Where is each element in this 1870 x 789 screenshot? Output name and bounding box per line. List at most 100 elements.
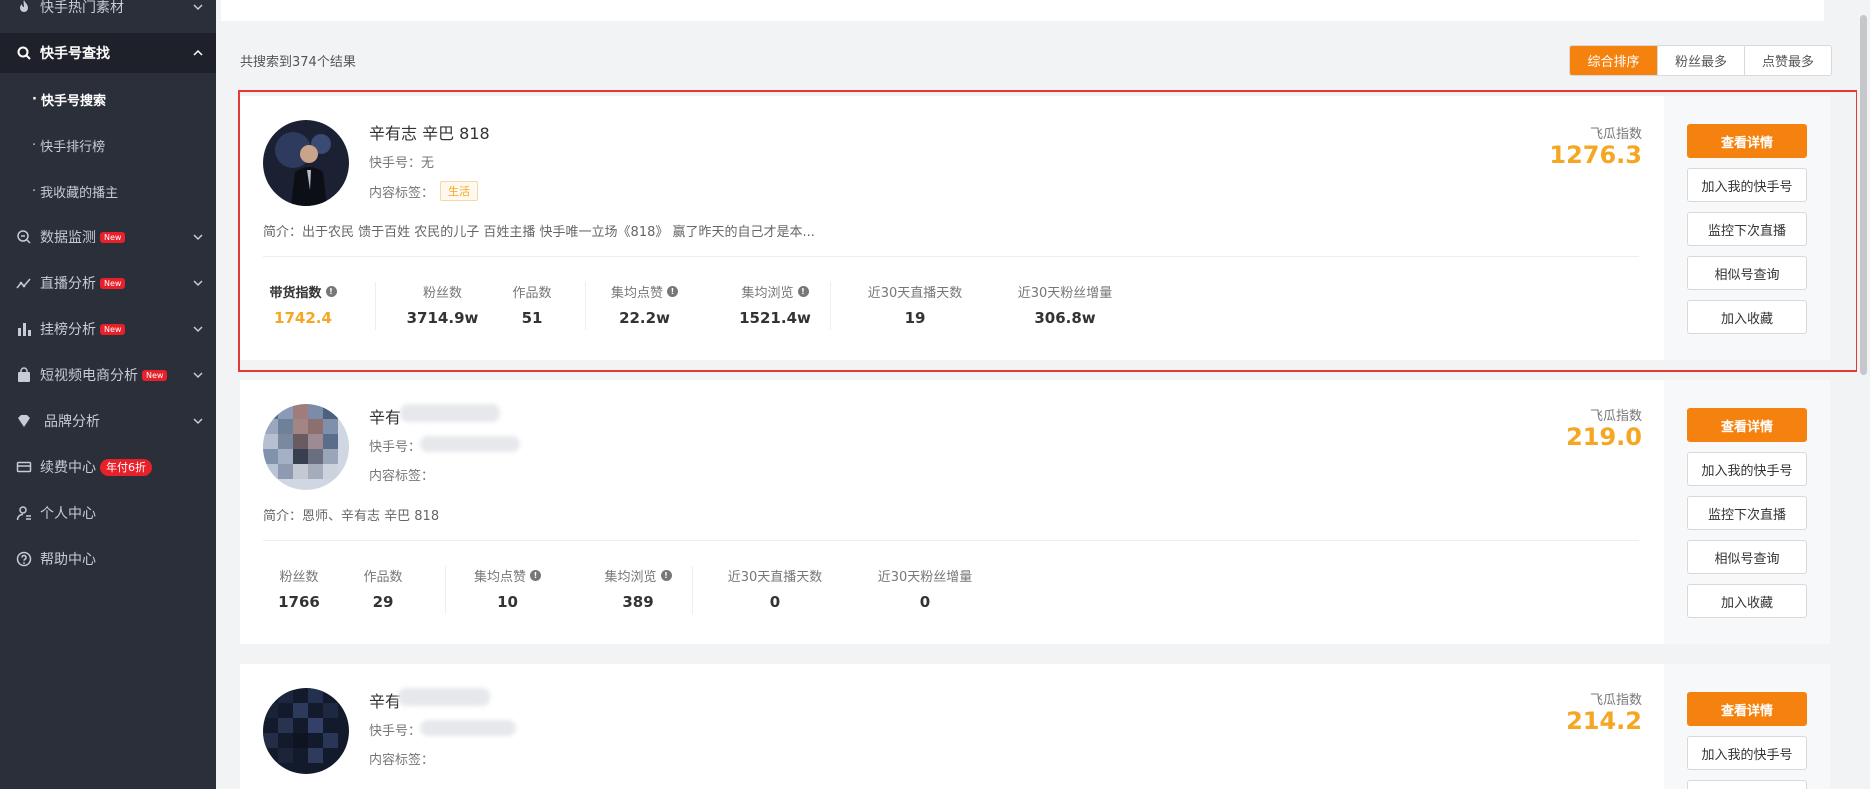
metric-fans-growth: 近30天粉丝增量 306.8w [1017, 286, 1113, 327]
score-label: 飞瓜指数 [1589, 693, 1642, 708]
bio: 简介：恩师、辛有志 辛巴 818 [263, 509, 440, 524]
metric-fans: 粉丝数 1766 [278, 570, 320, 611]
metric-avg-likes: 集均点赞! 10 [465, 566, 550, 611]
sidebar-item-label: 快手热门素材 [40, 0, 124, 16]
content-tags: 内容标签： 生活 [369, 181, 479, 201]
similar-accounts-button[interactable]: 相似号查询 [1687, 540, 1807, 574]
score-value: 1276.3 [1549, 141, 1642, 169]
sidebar-item-personal-center[interactable]: 个人中心 [0, 493, 216, 533]
sidebar-item-help-center[interactable]: 帮助中心 [0, 539, 216, 579]
sidebar-item-label: 帮助中心 [40, 552, 96, 568]
sort-most-fans-button[interactable]: 粉丝最多 [1657, 46, 1744, 75]
redaction [420, 436, 520, 452]
add-to-favorites-button[interactable]: 加入收藏 [1687, 584, 1807, 618]
sidebar-item-label: 挂榜分析 [40, 322, 96, 338]
sidebar-subitem-favorites[interactable]: · 我收藏的播主 [0, 170, 216, 212]
metric-live-days: 近30天直播天数 0 [727, 570, 823, 611]
sidebar-item-ecommerce-analysis[interactable]: 短视频电商分析 New [0, 355, 216, 395]
sidebar-item-live-analysis[interactable]: 直播分析 New [0, 263, 216, 303]
add-to-my-accounts-button[interactable]: 加入我的快手号 [1687, 736, 1807, 770]
sidebar-subitem-label: 快手号搜索 [40, 93, 106, 109]
add-to-my-accounts-button[interactable]: 加入我的快手号 [1687, 168, 1807, 202]
add-to-favorites-button[interactable]: 加入收藏 [1687, 300, 1807, 334]
account-name[interactable]: 辛有 [369, 404, 401, 428]
metric-avg-likes: 集均点赞! 22.2w [602, 282, 687, 327]
redaction [400, 404, 500, 422]
view-details-button[interactable]: 查看详情 [1687, 692, 1807, 726]
search-icon [16, 45, 32, 61]
divider [263, 256, 1639, 257]
chevron-down-icon [190, 367, 206, 383]
chevron-down-icon [190, 321, 206, 337]
account-name[interactable]: 辛有 [369, 688, 401, 712]
tag-chip[interactable]: 生活 [440, 181, 479, 201]
sidebar-item-label: 续费中心 [40, 460, 96, 476]
scrollbar-thumb[interactable] [1860, 15, 1867, 375]
result-card: 辛有 快手号： 内容标签： 简介：恩师、辛有志 辛巴 818 飞瓜指数 219.… [240, 380, 1830, 644]
metric-sales-index: 带货指数! 1742.4 [263, 282, 343, 327]
sidebar: 快手热门素材 快手号查找 · 快手号搜索 · 快手排行榜 · 我收藏的播主 数据监测 … [0, 0, 216, 789]
score-label: 飞瓜指数 [1589, 409, 1642, 424]
sidebar-item-renewal-center[interactable]: 续费中心 年付6折 [0, 447, 216, 487]
info-icon[interactable]: ! [797, 286, 809, 297]
monitor-next-live-button[interactable]: 监控下次直播 [1687, 212, 1807, 246]
sidebar-item-ranking-analysis[interactable]: 挂榜分析 New [0, 309, 216, 349]
account-id: 快手号：无 [369, 156, 435, 171]
avatar[interactable] [263, 404, 349, 490]
sidebar-item-kuaishou-lookup[interactable]: 快手号查找 [0, 33, 216, 73]
new-badge: New [100, 323, 126, 335]
bio: 简介：出于农民 馈于百姓 农民的儿子 百姓主播 快手唯一立场《818》 赢了昨天… [263, 225, 815, 240]
avatar[interactable] [263, 688, 349, 774]
monitor-next-live-button[interactable]: 监控下次直播 [1687, 496, 1807, 530]
sidebar-item-label: 短视频电商分析 [40, 368, 138, 384]
top-panel [221, 0, 1824, 21]
account-name[interactable]: 辛有志 辛巴 818 [369, 120, 490, 144]
info-icon[interactable]: ! [530, 570, 541, 581]
score-label: 飞瓜指数 [1589, 127, 1642, 142]
divider [263, 540, 1639, 541]
sidebar-subitem-account-search[interactable]: · 快手号搜索 [0, 78, 216, 120]
sort-group: 综合排序 粉丝最多 点赞最多 [1569, 45, 1832, 76]
similar-accounts-button[interactable]: 相似号查询 [1687, 256, 1807, 290]
metric-live-days: 近30天直播天数 19 [867, 286, 963, 327]
promo-badge: 年付6折 [100, 458, 152, 476]
card-icon [16, 459, 32, 475]
sidebar-item-label: 数据监测 [40, 230, 96, 246]
bar-chart-icon [16, 321, 32, 337]
view-details-button[interactable]: 查看详情 [1687, 408, 1807, 442]
user-icon [16, 505, 32, 521]
new-badge: New [100, 277, 126, 289]
new-badge: New [100, 231, 126, 243]
metric-works: 作品数 51 [512, 286, 552, 327]
sort-most-likes-button[interactable]: 点赞最多 [1744, 46, 1831, 75]
sidebar-item-label: 快手号查找 [40, 46, 110, 62]
monitor-icon [16, 229, 32, 245]
sidebar-item-data-monitor[interactable]: 数据监测 New [0, 217, 216, 257]
result-count: 共搜索到374个结果 [240, 55, 356, 70]
sidebar-item-brand-analysis[interactable]: 品牌分析 [0, 401, 216, 441]
info-icon[interactable]: ! [325, 286, 337, 297]
sidebar-subitem-ranking[interactable]: · 快手排行榜 [0, 124, 216, 166]
monitor-next-live-button[interactable] [1687, 780, 1807, 789]
result-card: 辛有志 辛巴 818 快手号：无 内容标签： 生活 简介：出于农民 馈于百姓 农民… [240, 96, 1830, 360]
account-id: 快手号： [369, 440, 422, 455]
view-details-button[interactable]: 查看详情 [1687, 124, 1807, 158]
fire-icon [16, 0, 32, 15]
add-to-my-accounts-button[interactable]: 加入我的快手号 [1687, 452, 1807, 486]
content-tags: 内容标签： [369, 753, 435, 768]
score-value: 219.0 [1566, 423, 1642, 451]
redaction [420, 720, 516, 736]
score-value: 214.2 [1566, 707, 1642, 735]
sort-comprehensive-button[interactable]: 综合排序 [1570, 46, 1657, 75]
info-icon[interactable]: ! [660, 570, 672, 581]
metric-fans-growth: 近30天粉丝增量 0 [877, 570, 973, 611]
chevron-down-icon [190, 413, 206, 429]
info-icon[interactable]: ! [667, 286, 678, 297]
sidebar-item-hot-materials[interactable]: 快手热门素材 [0, 0, 216, 27]
scrollbar[interactable] [1857, 0, 1870, 789]
sidebar-item-label: 品牌分析 [44, 414, 100, 430]
bag-icon [16, 367, 32, 383]
diamond-icon [16, 413, 32, 429]
metric-avg-views: 集均浏览! 1521.4w [739, 286, 811, 327]
avatar[interactable] [263, 120, 349, 206]
